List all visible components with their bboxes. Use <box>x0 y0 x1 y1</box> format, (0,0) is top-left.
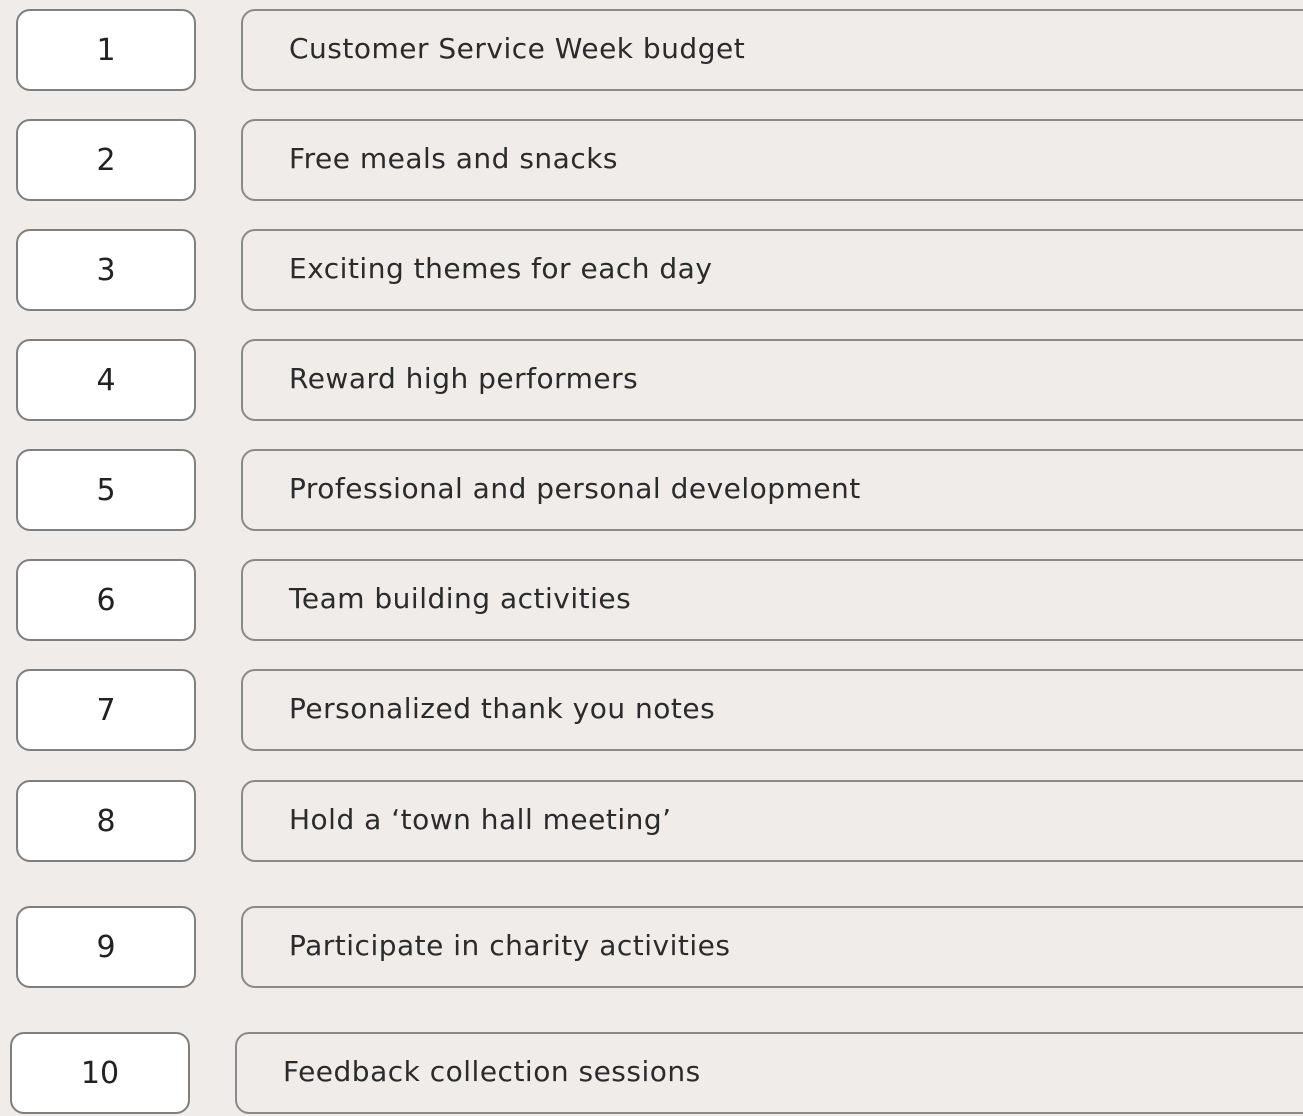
item-label-box: Professional and personal development <box>241 449 1303 531</box>
item-number-box: 10 <box>10 1032 190 1114</box>
list-item: 4 Reward high performers <box>0 339 1303 423</box>
item-label-box: Feedback collection sessions <box>235 1032 1303 1114</box>
item-label-box: Customer Service Week budget <box>241 9 1303 91</box>
item-number-box: 4 <box>16 339 196 421</box>
list-item: 2 Free meals and snacks <box>0 119 1303 203</box>
item-number-box: 3 <box>16 229 196 311</box>
list-item: 7 Personalized thank you notes <box>0 669 1303 753</box>
item-label-box: Hold a ‘town hall meeting’ <box>241 780 1303 862</box>
list-item: 10 Feedback collection sessions <box>0 1032 1303 1116</box>
item-label-box: Free meals and snacks <box>241 119 1303 201</box>
item-label-box: Exciting themes for each day <box>241 229 1303 311</box>
item-number-box: 7 <box>16 669 196 751</box>
item-label-box: Team building activities <box>241 559 1303 641</box>
list-item: 6 Team building activities <box>0 559 1303 643</box>
list-item: 3 Exciting themes for each day <box>0 229 1303 313</box>
item-number-box: 9 <box>16 906 196 988</box>
item-number-box: 5 <box>16 449 196 531</box>
item-number-box: 2 <box>16 119 196 201</box>
item-number-box: 6 <box>16 559 196 641</box>
item-label-box: Reward high performers <box>241 339 1303 421</box>
list-item: 9 Participate in charity activities <box>0 906 1303 990</box>
item-label-box: Participate in charity activities <box>241 906 1303 988</box>
numbered-list: 1 Customer Service Week budget 2 Free me… <box>0 0 1303 1114</box>
list-item: 8 Hold a ‘town hall meeting’ <box>0 780 1303 864</box>
list-item: 1 Customer Service Week budget <box>0 9 1303 93</box>
item-number-box: 8 <box>16 780 196 862</box>
item-label-box: Personalized thank you notes <box>241 669 1303 751</box>
item-number-box: 1 <box>16 9 196 91</box>
list-item: 5 Professional and personal development <box>0 449 1303 533</box>
